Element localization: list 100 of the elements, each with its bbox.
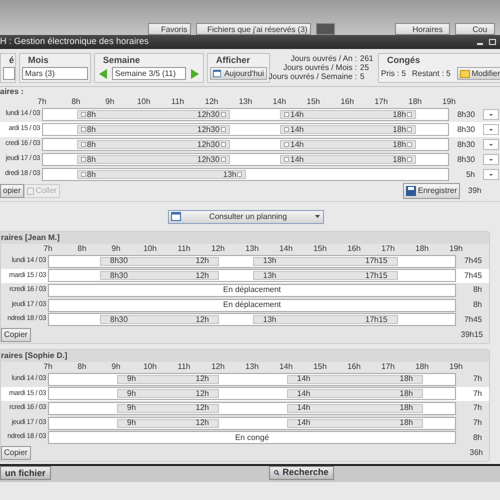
start-time: 8h	[86, 108, 96, 120]
row-dropdown[interactable]	[483, 109, 499, 120]
start-time: 13h	[262, 314, 276, 326]
time-block[interactable]: 8h 12h30	[76, 155, 230, 164]
toolbar-button[interactable]: Fichiers que j'ai réservés (3)	[196, 23, 312, 35]
day-total: 8h	[472, 284, 482, 296]
hour-label: 8h	[71, 97, 80, 107]
time-block[interactable]: 14h 18h	[280, 125, 416, 134]
toolbar-button[interactable]: Cou	[455, 23, 496, 35]
time-block[interactable]: 14h 18h	[280, 110, 416, 119]
hour-label: 10h	[143, 362, 157, 372]
handle-icon[interactable]	[220, 127, 226, 132]
handle-icon[interactable]	[80, 142, 86, 147]
toolbar-button[interactable]: Favoris	[148, 23, 192, 35]
day-total: 8h30	[456, 108, 475, 120]
start-time: 14h	[296, 417, 310, 430]
dropdown[interactable]: Mars (3)	[22, 67, 88, 80]
end-time: 17h15	[365, 314, 388, 326]
row-dropdown[interactable]	[483, 154, 499, 165]
handle-icon[interactable]	[407, 142, 412, 147]
hour-label: 13h	[245, 244, 259, 254]
hour-label: 8h	[78, 362, 86, 372]
copy-button[interactable]: Copier	[1, 328, 31, 342]
planning-dropdown[interactable]: Consulter un planning	[168, 210, 324, 224]
day-total: 7h45	[463, 270, 482, 282]
hour-label: 19h	[442, 97, 456, 107]
dropdown[interactable]	[3, 67, 15, 80]
leave-remaining: Restant : 5	[412, 68, 451, 80]
handle-icon[interactable]	[220, 112, 226, 117]
handle-icon[interactable]	[284, 142, 290, 147]
hour-label: 8h	[78, 244, 86, 254]
today-button[interactable]: Aujourd'hui	[210, 67, 267, 80]
maximize-icon[interactable]	[489, 39, 496, 45]
day-total: 8h30	[456, 138, 475, 150]
hour-label: 18h	[415, 244, 429, 254]
copy-button[interactable]: Copier	[1, 446, 31, 460]
copy-button[interactable]: opier	[0, 184, 24, 198]
toolbar-button[interactable]: Horaires	[395, 23, 450, 35]
end-time: 12h	[196, 270, 210, 282]
hour-label: 10h	[143, 244, 157, 254]
group-header: é	[8, 54, 13, 67]
end-time: 13h	[223, 168, 236, 180]
file-button[interactable]: un fichier	[0, 466, 51, 480]
save-button[interactable]: Enregistrer	[402, 183, 460, 199]
group-header: Semaine	[102, 54, 142, 67]
start-time: 14h	[296, 373, 310, 386]
dark-button[interactable]	[316, 23, 336, 35]
modify-button[interactable]: Modifier	[456, 67, 500, 80]
row-dropdown[interactable]	[483, 124, 499, 135]
search-button[interactable]: Recherche	[268, 466, 334, 480]
day-total: 7h	[472, 388, 482, 400]
hour-label: 11h	[171, 97, 184, 107]
end-time: 18h	[392, 138, 406, 150]
caret-icon	[315, 215, 320, 218]
time-block[interactable]: 8h 12h30	[76, 110, 230, 119]
handle-icon[interactable]	[284, 112, 290, 117]
hour-label: 14h	[279, 362, 293, 372]
time-block[interactable]: 8h 12h30	[76, 125, 230, 134]
hour-label: 14h	[279, 244, 293, 254]
handle-icon[interactable]	[407, 157, 412, 162]
end-time: 18h	[392, 108, 406, 120]
time-block[interactable]: 14h 18h	[280, 140, 416, 149]
dropdown[interactable]: Semaine 3/5 (11)	[112, 67, 186, 80]
row-dropdown[interactable]	[483, 139, 499, 150]
caret-icon	[489, 114, 493, 116]
week-total: 39h15	[460, 328, 483, 341]
start-time: 8h30	[109, 255, 128, 268]
handle-icon[interactable]	[284, 157, 290, 162]
handle-icon[interactable]	[220, 142, 226, 147]
time-block[interactable]: 14h 18h	[280, 155, 416, 164]
start-time: 9h	[126, 388, 136, 400]
hour-label: 9h	[105, 97, 114, 107]
hour-label: 15h	[306, 97, 320, 107]
end-time: 18h	[400, 417, 414, 430]
end-time: 12h	[196, 417, 210, 430]
handle-icon[interactable]	[80, 172, 86, 177]
start-time: 14h	[296, 402, 310, 414]
time-block[interactable]: 8h 13h	[76, 170, 246, 179]
hour-label: 17h	[381, 362, 395, 372]
handle-icon[interactable]	[80, 157, 86, 162]
row-dropdown[interactable]	[483, 169, 499, 180]
hour-label: 17h	[374, 97, 388, 107]
end-time: 17h15	[365, 270, 388, 282]
time-block[interactable]: 8h 12h30	[76, 140, 230, 149]
handle-icon[interactable]	[407, 112, 412, 117]
handle-icon[interactable]	[80, 127, 86, 132]
day-note: En déplacement	[223, 299, 281, 312]
group-header: Mois	[27, 54, 50, 67]
handle-icon[interactable]	[80, 112, 86, 117]
start-time: 8h30	[109, 314, 128, 326]
section-title: aires :	[0, 87, 25, 97]
hour-label: 7h	[38, 97, 46, 107]
handle-icon[interactable]	[237, 172, 242, 177]
stat-label: Jours ouvrés / Semaine :	[268, 72, 357, 81]
hour-label: 19h	[449, 244, 463, 254]
group-header: Congés	[386, 54, 422, 67]
handle-icon[interactable]	[407, 127, 412, 132]
start-time: 14h	[290, 138, 304, 150]
handle-icon[interactable]	[220, 157, 226, 162]
handle-icon[interactable]	[284, 127, 290, 132]
